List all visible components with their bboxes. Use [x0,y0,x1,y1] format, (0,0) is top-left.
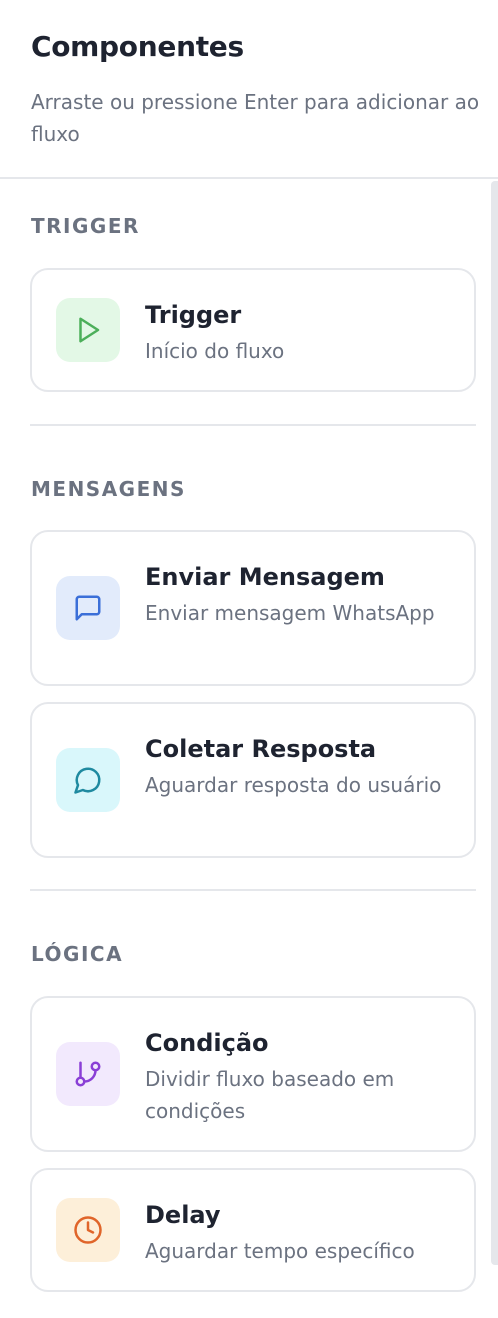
component-card-delay[interactable]: Delay Aguardar tempo específico [30,1168,476,1292]
component-label: Delay [145,1201,221,1229]
component-description: Dividir fluxo baseado em condições [145,1067,395,1123]
component-description: Aguardar tempo específico [145,1239,415,1263]
delay-icon-box [56,1198,120,1262]
clock-icon [74,1216,102,1244]
panel-header: Componentes Arraste ou pressione Enter p… [0,0,498,179]
section-title-trigger: TRIGGER [31,214,140,238]
message-square-icon [75,595,101,621]
coletar-resposta-icon-box [56,748,120,812]
component-card-trigger[interactable]: Trigger Início do fluxo [30,268,476,392]
component-card-enviar-mensagem[interactable]: Enviar Mensagem Enviar mensagem WhatsApp [30,530,476,686]
component-label: Enviar Mensagem [145,563,385,591]
section-divider [30,424,476,426]
section-title-mensagens: MENSAGENS [31,477,186,501]
panel-title: Componentes [31,30,244,63]
scrollbar[interactable] [491,181,498,1265]
component-card-coletar-resposta[interactable]: Coletar Resposta Aguardar resposta do us… [30,702,476,858]
component-label: Trigger [145,301,242,329]
play-icon [79,317,100,343]
section-title-logica: LÓGICA [31,942,124,966]
component-label: Condição [145,1029,269,1057]
component-label: Coletar Resposta [145,735,377,763]
component-description: Aguardar resposta do usuário [145,773,442,797]
enviar-mensagem-icon-box [56,576,120,640]
condicao-icon-box [56,1042,120,1106]
trigger-icon-box [56,298,120,362]
component-description: Início do fluxo [145,339,285,363]
git-branch-icon [75,1061,101,1087]
component-card-condicao[interactable]: Condição Dividir fluxo baseado em condiç… [30,996,476,1152]
message-circle-icon [74,767,101,794]
section-divider [30,889,476,891]
component-description: Enviar mensagem WhatsApp [145,601,435,625]
panel-subtitle: Arraste ou pressione Enter para adiciona… [31,90,480,146]
